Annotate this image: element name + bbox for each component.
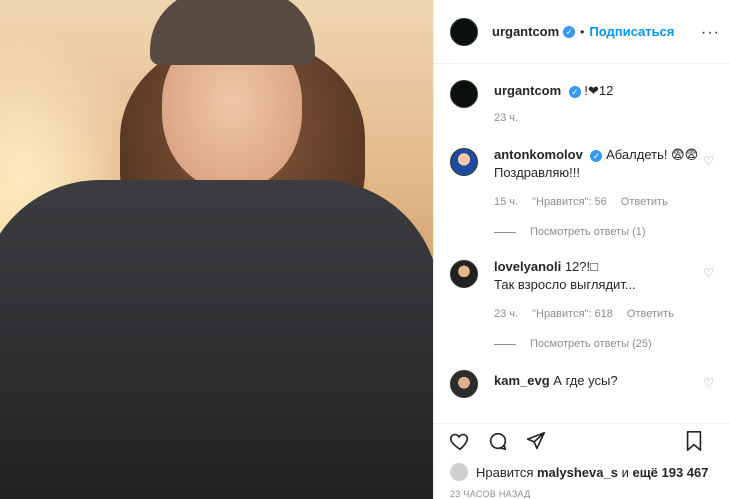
post-header: urgantcom ✓ • Подписаться ···: [434, 0, 730, 64]
divider: [494, 231, 516, 233]
post-sidebar: urgantcom ✓ • Подписаться ··· urgantcom …: [433, 0, 730, 499]
caption-username[interactable]: urgantcom: [494, 83, 561, 98]
list-item: lovelyanoli 12?!□ Так взросло выглядит..…: [450, 258, 714, 320]
avatar[interactable]: [450, 148, 478, 176]
comment-text: Абалдеть! 😨😨: [606, 147, 699, 162]
separator-dot: •: [580, 24, 585, 39]
post-photo[interactable]: [0, 0, 433, 499]
avatar[interactable]: [450, 260, 478, 288]
divider: [494, 343, 516, 345]
view-replies[interactable]: Посмотреть ответы (1): [494, 226, 714, 238]
avatar[interactable]: [450, 370, 478, 398]
verified-icon: ✓: [563, 25, 576, 38]
comment-likes[interactable]: "Нравится": 56: [532, 196, 607, 208]
avatar[interactable]: [450, 463, 468, 481]
photo-hat: [150, 0, 315, 65]
comment-text: Поздравляю!!!: [494, 165, 580, 180]
likes-middle: и: [621, 464, 629, 480]
comment-username[interactable]: kam_evg: [494, 373, 550, 388]
avatar[interactable]: [450, 80, 478, 108]
comment-text: Так взросло выглядит...: [494, 277, 636, 292]
comment-username[interactable]: antonkomolov: [494, 147, 583, 162]
comment-time[interactable]: 23 ч.: [494, 308, 518, 320]
view-replies[interactable]: Посмотреть ответы (25): [494, 338, 714, 350]
likes-summary: Нравится malysheva_s и ещё 193 467: [434, 457, 730, 481]
caption-text: !❤︎12: [584, 83, 614, 98]
post: urgantcom ✓ • Подписаться ··· urgantcom …: [0, 0, 730, 499]
verified-icon: ✓: [568, 85, 581, 98]
caption: urgantcom ✓ !❤︎12 23 ч.: [450, 78, 714, 124]
reply-button[interactable]: Ответить: [621, 196, 668, 208]
list-item: antonkomolov ✓ Абалдеть! 😨😨 Поздравляю!!…: [450, 146, 714, 208]
liked-by-username[interactable]: malysheva_s: [537, 465, 618, 480]
like-comment-icon[interactable]: ♡: [703, 376, 714, 390]
follow-button[interactable]: Подписаться: [589, 24, 674, 39]
heart-icon[interactable]: [448, 429, 472, 453]
share-icon[interactable]: [524, 429, 548, 453]
verified-icon: ✓: [590, 149, 603, 162]
bookmark-icon[interactable]: [682, 429, 706, 453]
avatar[interactable]: [450, 17, 478, 46]
list-item: kam_evg А где усы? ♡: [450, 368, 714, 398]
caption-time[interactable]: 23 ч.: [494, 112, 518, 124]
view-replies-label: Посмотреть ответы (1): [530, 226, 646, 238]
author-username[interactable]: urgantcom: [492, 24, 559, 39]
comment-text: А где усы?: [553, 373, 618, 388]
view-replies-label: Посмотреть ответы (25): [530, 338, 652, 350]
comment-icon[interactable]: [486, 429, 510, 453]
comment-likes[interactable]: "Нравится": 618: [532, 308, 613, 320]
action-bar: [434, 423, 730, 457]
like-comment-icon[interactable]: ♡: [703, 266, 714, 280]
reply-button[interactable]: Ответить: [627, 308, 674, 320]
like-comment-icon[interactable]: ♡: [703, 154, 714, 168]
comment-time[interactable]: 15 ч.: [494, 196, 518, 208]
post-timestamp[interactable]: 23 ЧАСОВ НАЗАД: [434, 481, 730, 499]
comment-username[interactable]: lovelyanoli: [494, 259, 561, 274]
photo-jacket: [0, 180, 433, 499]
likes-prefix: Нравится: [476, 464, 534, 480]
comments-list: urgantcom ✓ !❤︎12 23 ч. antonkomolov ✓ А…: [434, 64, 730, 423]
comment-text: 12?!□: [564, 259, 598, 274]
likes-count[interactable]: ещё 193 467: [632, 465, 708, 480]
more-options-icon[interactable]: ···: [701, 24, 720, 42]
